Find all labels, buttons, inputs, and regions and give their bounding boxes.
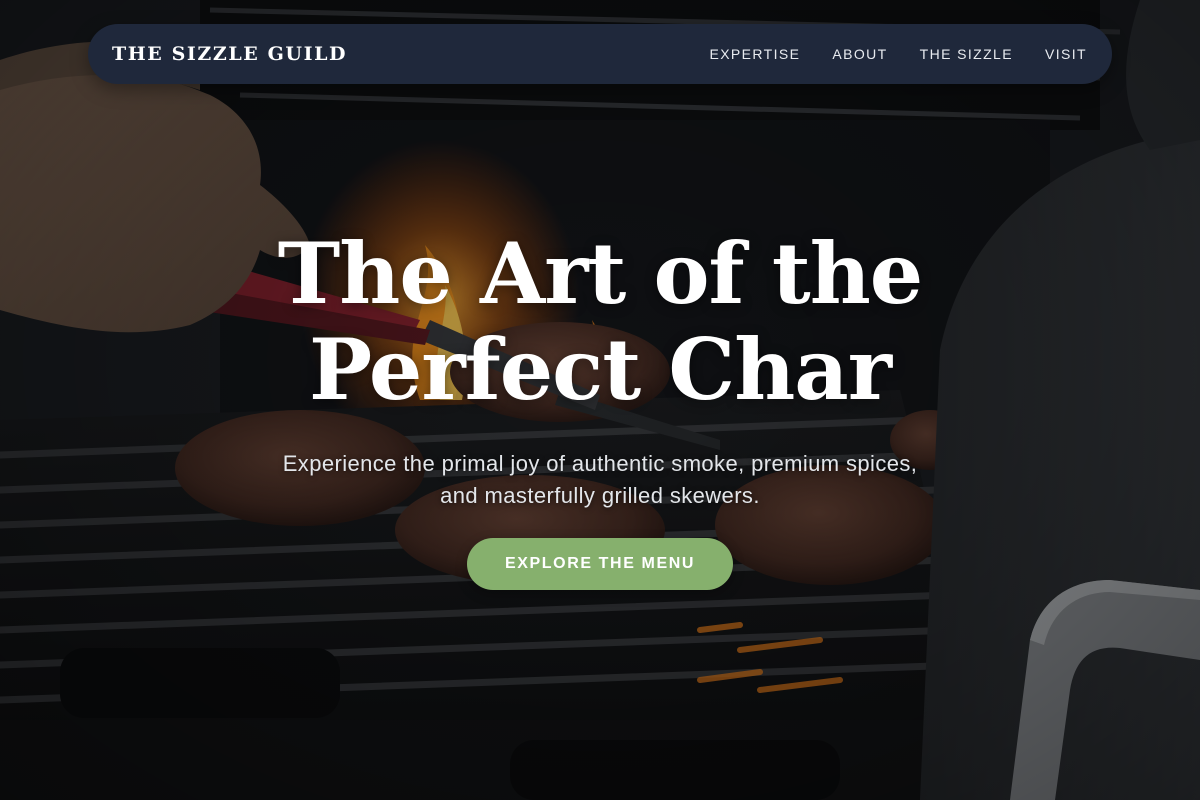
hero-section: The Art of the Perfect Char Experience t…	[0, 226, 1200, 590]
hero-subtitle: Experience the primal joy of authentic s…	[282, 451, 918, 508]
nav-links: EXPERTISE ABOUT THE SIZZLE VISIT	[709, 46, 1087, 62]
top-navigation-bar: THE SIZZLE GUILD EXPERTISE ABOUT THE SIZ…	[88, 24, 1112, 84]
nav-link-visit[interactable]: VISIT	[1045, 46, 1087, 62]
nav-link-the-sizzle[interactable]: THE SIZZLE	[920, 46, 1013, 62]
hero-title: The Art of the Perfect Char	[0, 226, 1200, 418]
hero-title-line-2: Perfect Char	[309, 320, 892, 419]
brand-logo[interactable]: THE SIZZLE GUILD	[112, 43, 347, 65]
hero-title-line-1: The Art of the	[277, 224, 923, 323]
nav-link-about[interactable]: ABOUT	[832, 46, 887, 62]
nav-link-expertise[interactable]: EXPERTISE	[709, 46, 800, 62]
explore-menu-button[interactable]: EXPLORE THE MENU	[467, 538, 733, 590]
